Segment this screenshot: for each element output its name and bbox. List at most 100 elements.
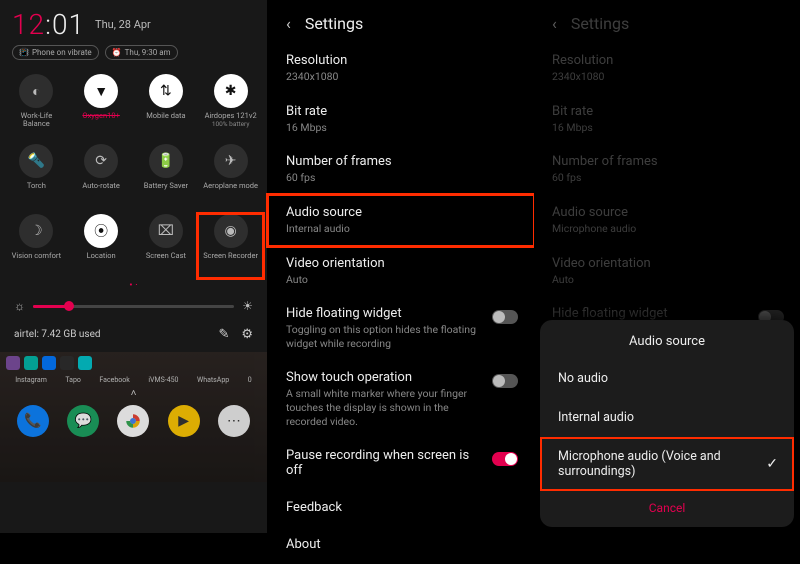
toggle-switch[interactable] [492, 452, 518, 466]
app-icon[interactable] [6, 356, 20, 370]
qs-tile-label: Battery Saver [144, 182, 188, 190]
back-icon[interactable]: ‹ [286, 14, 291, 33]
settings-panel-dimmed: ‹ Settings Resolution2340x1080Bit rate16… [534, 0, 800, 533]
gear-icon[interactable]: ⚙ [241, 327, 253, 342]
setting-show-touch-operation[interactable]: Show touch operationA small white marker… [268, 360, 534, 438]
settings-header: ‹ Settings [268, 0, 534, 43]
dialog-options: No audioInternal audioMicrophone audio (… [540, 359, 794, 491]
setting-feedback[interactable]: Feedback [268, 490, 534, 527]
qs-tile-icon: 🔦 [19, 144, 53, 178]
chip-label: Thu, 9:30 am [125, 48, 171, 57]
quick-settings-panel: 12:01 Thu, 28 Apr 📳 Phone on vibrate ⏰ T… [0, 0, 267, 533]
qs-tile-label: Mobile data [146, 112, 185, 120]
setting-title: Audio source [552, 205, 782, 220]
cancel-button[interactable]: Cancel [540, 491, 794, 523]
folder-labels: InstagramTapoFacebookiVMS-450WhatsApp0 [0, 374, 267, 386]
chip-vibrate[interactable]: 📳 Phone on vibrate [12, 45, 99, 60]
qs-tile-icon: 🔋 [149, 144, 183, 178]
quick-settings-grid: ◐ Work-Life Balance▼Oxygen10+ ⇅ Mobile data… [0, 68, 267, 278]
setting-title: Pause recording when screen is off [286, 448, 486, 478]
qs-tile-icon: ☽ [19, 214, 53, 248]
setting-pause-recording-when-screen-is-off[interactable]: Pause recording when screen is off [268, 438, 534, 490]
dock-app[interactable]: 💬 [67, 405, 99, 437]
setting-subtitle: Microphone audio [552, 222, 782, 236]
settings-list: Resolution 2340x1080 Bit rate16 MbpsNumber… [268, 43, 534, 564]
setting-title: Audio source [286, 205, 516, 220]
qs-tile-label: Auto-rotate [82, 182, 119, 190]
setting-hide-floating-widget[interactable]: Hide floating widget Toggling on this opt… [268, 296, 534, 360]
dialog-option[interactable]: No audio [540, 359, 794, 398]
setting-bit-rate[interactable]: Bit rate16 Mbps [268, 94, 534, 145]
page-indicator: • · [0, 280, 267, 291]
home-screen-partial: InstagramTapoFacebookiVMS-450WhatsApp0 ˄… [0, 352, 267, 482]
chip-alarm[interactable]: ⏰ Thu, 9:30 am [105, 45, 178, 60]
qs-tile-icon: ⌧ [149, 214, 183, 248]
dock-app[interactable]: 📞 [17, 405, 49, 437]
dialog-option[interactable]: Internal audio [540, 398, 794, 437]
setting-subtitle: 2340x1080 [286, 70, 516, 84]
brightness-low-icon: ☼ [14, 299, 25, 313]
qs-tile-screen-cast[interactable]: ⌧ Screen Cast [134, 214, 199, 278]
setting-title: About [286, 537, 516, 552]
setting-subtitle: 60 fps [552, 171, 782, 185]
qs-tile-icon: ✈ [214, 144, 248, 178]
setting-subtitle: Toggling on this option hides the floati… [286, 323, 486, 350]
setting-video-orientation[interactable]: Video orientationAuto [268, 246, 534, 297]
qs-tile-oxygen10-[interactable]: ▼Oxygen10+ [69, 74, 134, 138]
setting-title: Hide floating widget [552, 306, 752, 321]
qs-tile-airdopes-121v2[interactable]: ✱Airdopes 121v2100% battery [198, 74, 263, 138]
clock-minute: :01 [45, 8, 85, 41]
setting-number-of-frames: Number of frames60 fps [534, 144, 800, 195]
qs-tile-label: Location [87, 252, 116, 260]
setting-subtitle: Internal audio [286, 222, 516, 236]
qs-tile-work-life-balance[interactable]: ◐ Work-Life Balance [4, 74, 69, 138]
setting-audio-source[interactable]: Audio source Internal audio [268, 195, 534, 246]
toggle-switch[interactable] [492, 374, 518, 388]
qs-tile-auto-rotate[interactable]: ⟳Auto-rotate [69, 144, 134, 208]
qs-tile-mobile-data[interactable]: ⇅ Mobile data [134, 74, 199, 138]
setting-resolution: Resolution2340x1080 [534, 43, 800, 94]
setting-title: Hide floating widget [286, 306, 486, 321]
qs-tile-vision-comfort[interactable]: ☽Vision comfort [4, 214, 69, 278]
qs-tile-label: Screen Cast [146, 252, 186, 260]
qs-tile-icon: ⇅ [149, 74, 183, 108]
data-usage-label: airtel: 7.42 GB used [14, 329, 101, 340]
qs-tile-icon: ✱ [214, 74, 248, 108]
qs-tile-icon: ◐ [19, 74, 53, 108]
app-icon[interactable] [60, 356, 74, 370]
qs-tile-label: Work-Life Balance [6, 112, 66, 129]
app-icon[interactable] [42, 356, 56, 370]
brightness-slider[interactable] [33, 305, 234, 308]
setting-subtitle: 2340x1080 [552, 70, 782, 84]
app-row [0, 352, 267, 374]
dialog-option[interactable]: Microphone audio (Voice and surroundings… [540, 437, 794, 491]
clock-hour: 12 [12, 8, 45, 41]
check-icon: ✓ [766, 456, 778, 472]
qs-tile-screen-recorder[interactable]: ◉Screen Recorder [198, 214, 263, 278]
folder-label: Facebook [99, 376, 129, 384]
dock-app[interactable]: ▶ [168, 405, 200, 437]
qs-tile-torch[interactable]: 🔦 Torch [4, 144, 69, 208]
app-icon[interactable] [24, 356, 38, 370]
qs-tile-battery-saver[interactable]: 🔋 Battery Saver [134, 144, 199, 208]
setting-title: Video orientation [286, 256, 516, 271]
edit-icon[interactable]: ✎ [218, 327, 229, 342]
dock-app[interactable]: ⋯ [218, 405, 250, 437]
dock-app[interactable] [117, 405, 149, 437]
chevron-up-icon[interactable]: ˄ [0, 388, 267, 399]
qs-tile-location[interactable]: ⦿Location [69, 214, 134, 278]
setting-subtitle: 60 fps [286, 171, 516, 185]
settings-list: Resolution2340x1080Bit rate16 MbpsNumber… [534, 43, 800, 360]
setting-resolution[interactable]: Resolution 2340x1080 [268, 43, 534, 94]
toggle-switch[interactable] [492, 310, 518, 324]
qs-tile-label: Screen Recorder [203, 252, 258, 260]
date-label: Thu, 28 Apr [95, 18, 151, 31]
qs-tile-label: Torch [27, 182, 46, 190]
setting-title: Resolution [286, 53, 516, 68]
setting-number-of-frames[interactable]: Number of frames60 fps [268, 144, 534, 195]
folder-label: iVMS-450 [148, 376, 178, 384]
qs-tile-aeroplane-mode[interactable]: ✈Aeroplane mode [198, 144, 263, 208]
back-icon: ‹ [552, 14, 557, 33]
app-icon[interactable] [78, 356, 92, 370]
qs-tile-icon: ▼ [84, 74, 118, 108]
